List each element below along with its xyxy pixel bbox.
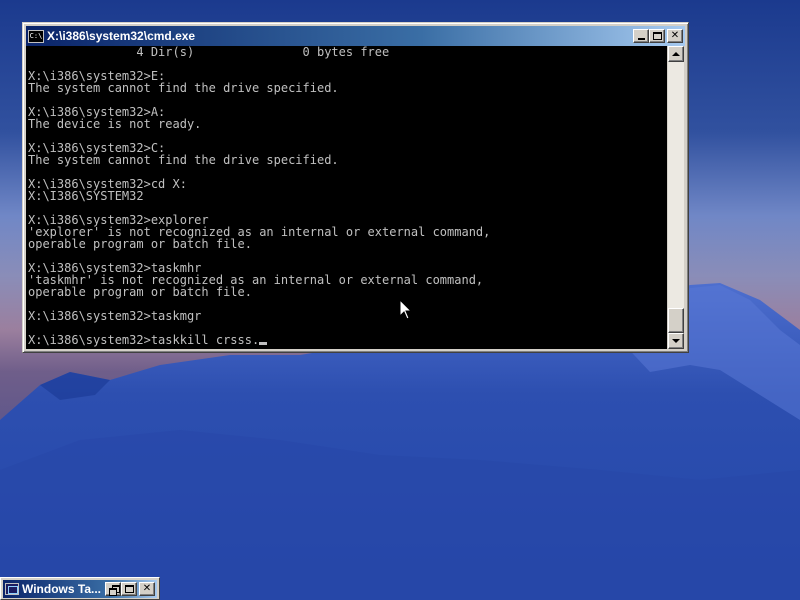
close-icon: ✕ — [670, 30, 680, 41]
console-line: X:\I386\SYSTEM32 — [28, 189, 144, 203]
restore-icon — [108, 585, 120, 596]
minimized-window-title: Windows Ta... — [22, 582, 102, 596]
maximize-icon — [652, 32, 662, 40]
console-output[interactable]: 4 Dir(s) 0 bytes free X:\i386\system32>E:… — [26, 46, 667, 349]
console-line: X:\i386\system32>taskmgr — [28, 309, 202, 323]
arrow-up-icon — [672, 52, 680, 56]
cmd-titlebar[interactable]: C:\ X:\i386\system32\cmd.exe ✕ — [26, 26, 685, 46]
maximize-button[interactable] — [649, 29, 665, 43]
mouse-pointer-icon — [399, 298, 413, 325]
arrow-down-icon — [672, 339, 680, 343]
minimized-close-button[interactable]: ✕ — [139, 582, 155, 596]
console-text[interactable]: 4 Dir(s) 0 bytes free X:\i386\system32>E:… — [26, 46, 667, 346]
maximize-icon — [124, 585, 134, 593]
console-app-icon[interactable]: C:\ — [28, 29, 44, 43]
minimized-task-manager-window[interactable]: Windows Ta... ✕ — [0, 577, 160, 600]
vertical-scrollbar[interactable] — [668, 46, 684, 349]
task-manager-icon — [5, 583, 19, 595]
console-line: operable program or batch file. — [28, 285, 252, 299]
restore-button[interactable] — [105, 582, 121, 596]
minimize-icon — [637, 38, 645, 40]
minimized-titlebar[interactable]: Windows Ta... ✕ — [3, 580, 157, 598]
close-icon: ✕ — [142, 583, 152, 594]
minimize-button[interactable] — [633, 29, 649, 43]
scroll-thumb[interactable] — [668, 308, 684, 333]
close-button[interactable]: ✕ — [667, 29, 683, 43]
console-line: The device is not ready. — [28, 117, 202, 131]
cmd-window[interactable]: C:\ X:\i386\system32\cmd.exe ✕ 4 Dir(s) … — [22, 22, 689, 353]
scroll-down-button[interactable] — [668, 333, 684, 349]
console-line: The system cannot find the drive specifi… — [28, 81, 339, 95]
text-cursor — [259, 342, 268, 345]
console-line: operable program or batch file. — [28, 237, 252, 251]
console-line: 4 Dir(s) 0 bytes free — [28, 46, 390, 59]
window-title: X:\i386\system32\cmd.exe — [47, 29, 196, 43]
console-line: The system cannot find the drive specifi… — [28, 153, 339, 167]
console-line: X:\i386\system32>taskkill crsss. — [28, 334, 667, 346]
minimized-maximize-button[interactable] — [121, 582, 137, 596]
scroll-up-button[interactable] — [668, 46, 684, 62]
